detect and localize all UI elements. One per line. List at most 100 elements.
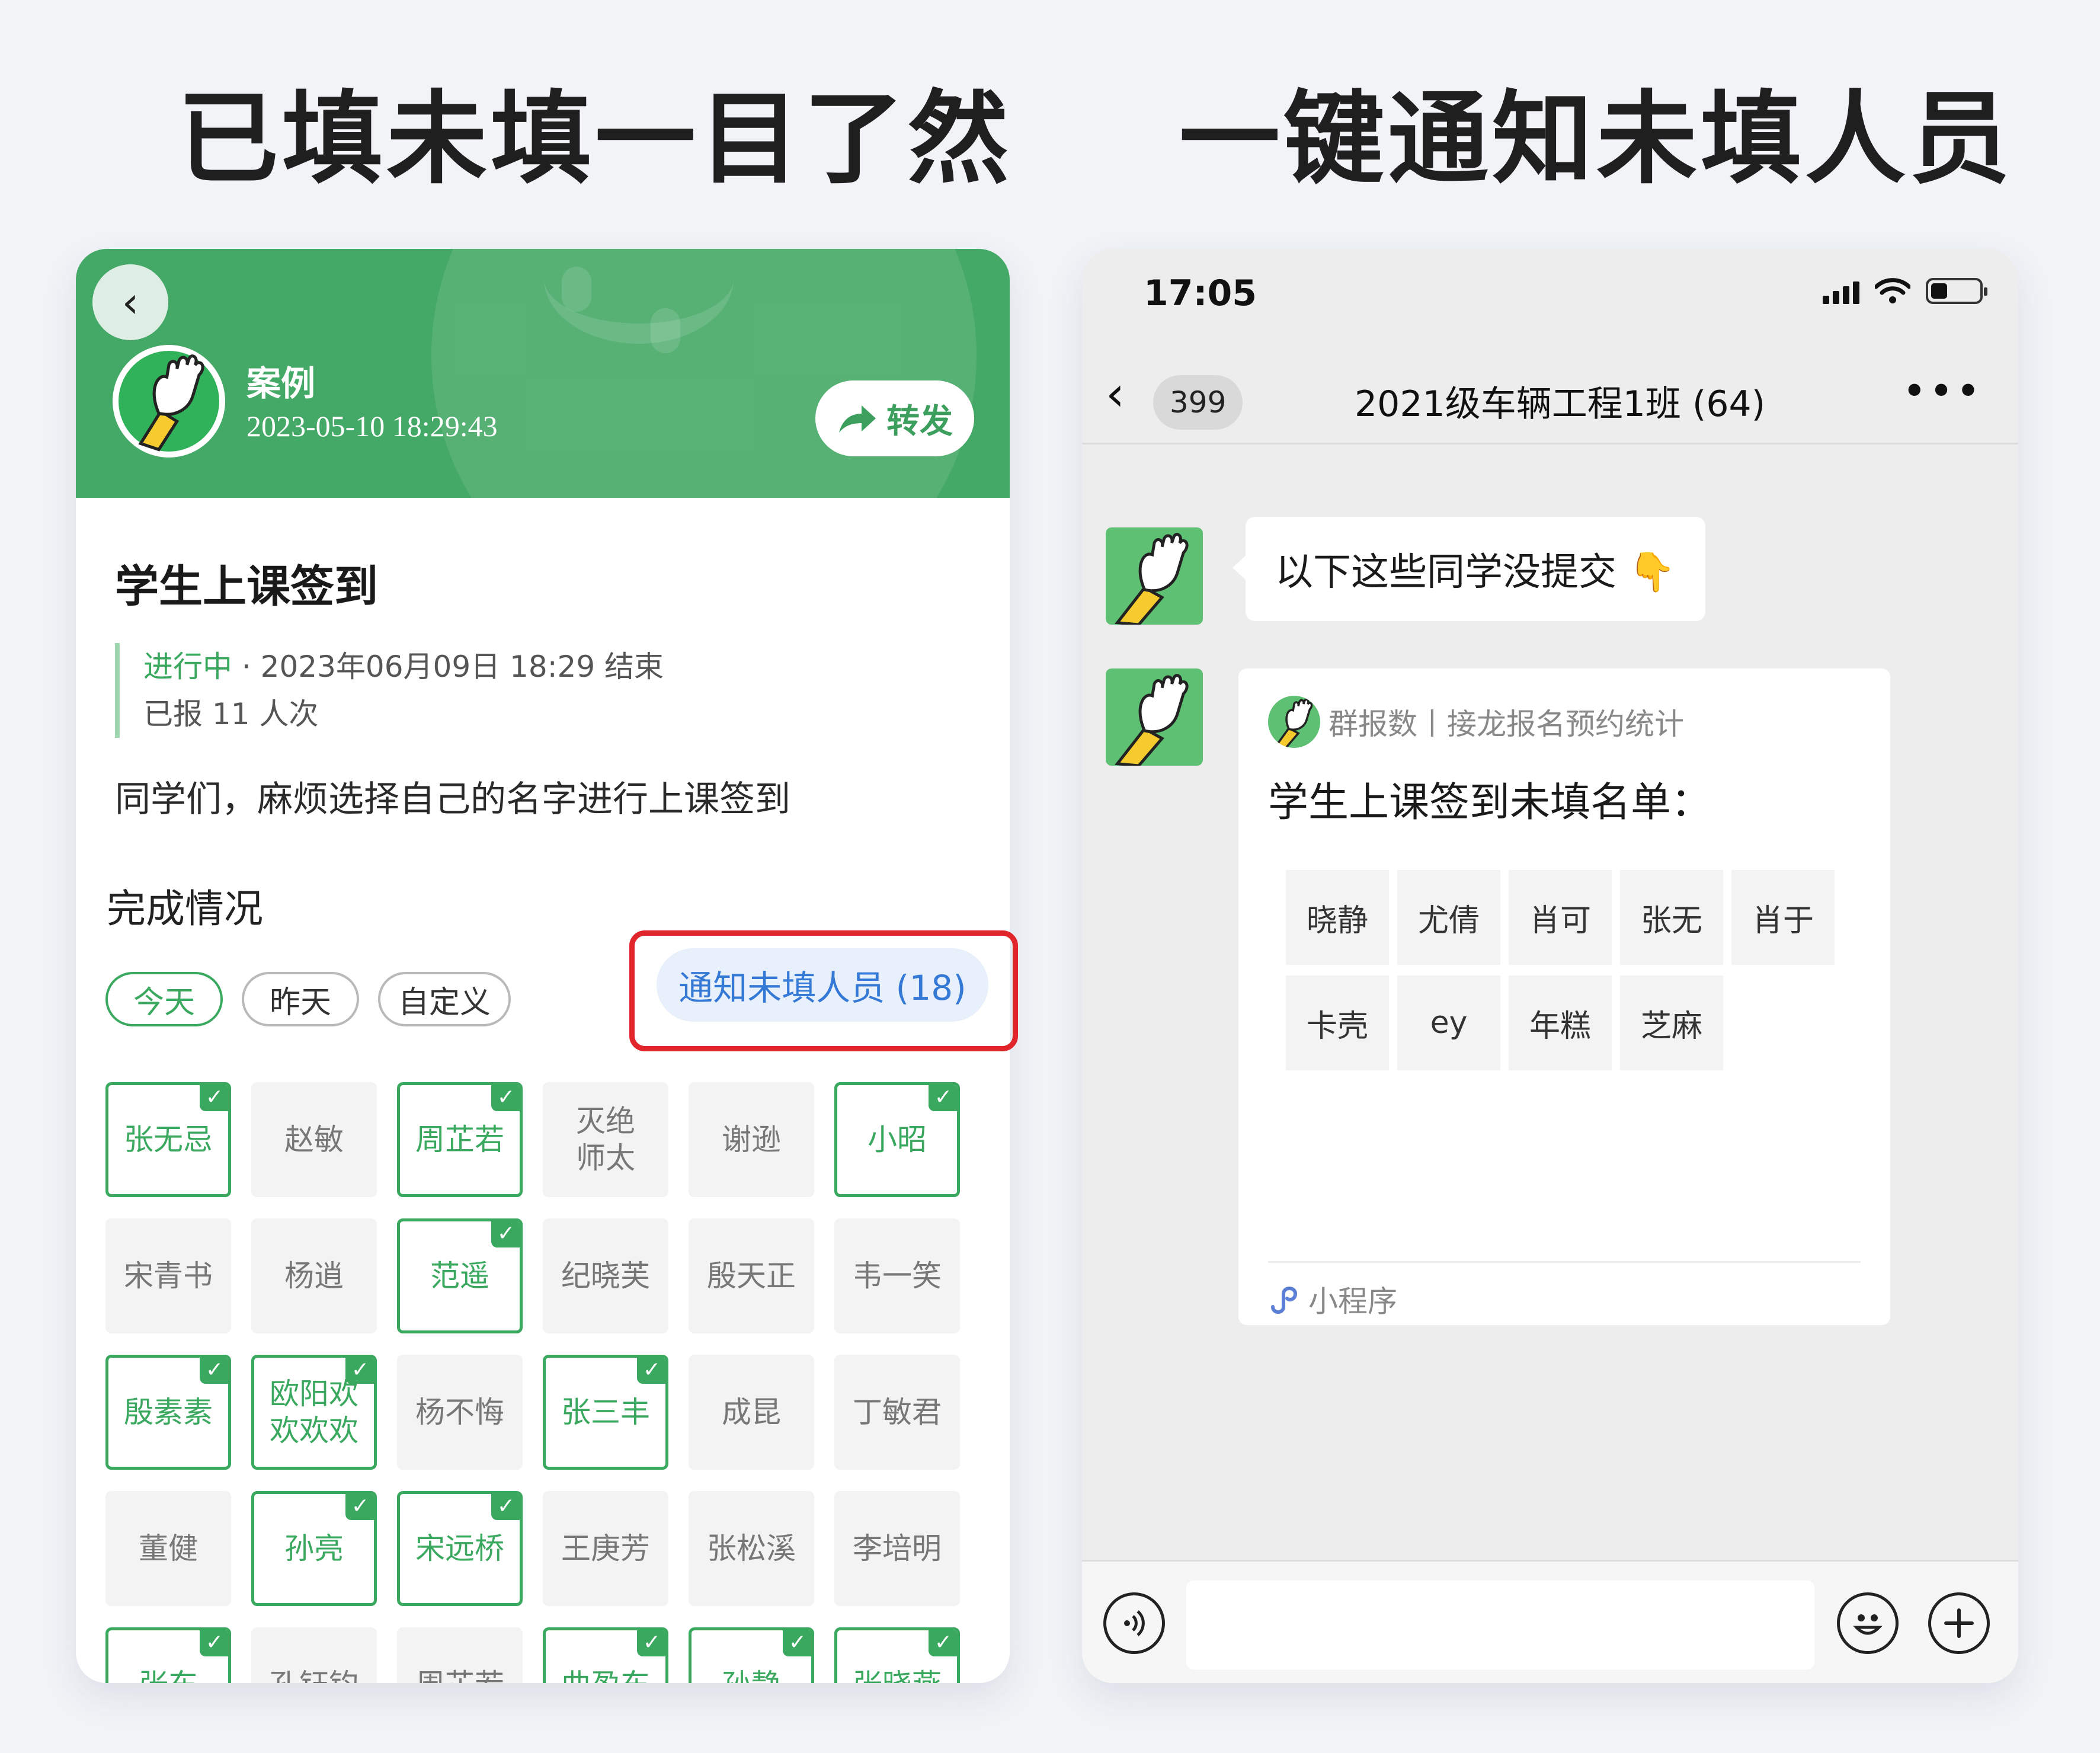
member-cell[interactable]: 殷天正	[689, 1218, 814, 1333]
unfilled-name-cell: 芝麻	[1620, 975, 1723, 1070]
member-cell[interactable]: 孙静✓	[689, 1627, 814, 1683]
forward-button[interactable]: 转发	[815, 380, 974, 456]
member-cell[interactable]: 李培明	[834, 1491, 960, 1606]
page-title: 学生上课签到	[115, 561, 378, 612]
member-name: 王庚芳	[561, 1531, 650, 1566]
member-cell[interactable]: 孙亮 ✓	[251, 1491, 377, 1606]
member-name: 赵敏	[284, 1122, 344, 1157]
waving-hand-icon	[1273, 698, 1313, 748]
notify-unfilled-button[interactable]: 通知未填人员 (18)	[657, 948, 988, 1022]
member-name: 周芷若	[415, 1122, 504, 1157]
member-cell[interactable]: 王庚芳	[543, 1491, 668, 1606]
unfilled-name-cell: 肖于	[1731, 870, 1835, 965]
check-icon: ✓	[637, 1358, 665, 1384]
member-cell[interactable]: 张松溪	[689, 1491, 814, 1606]
filter-custom[interactable]: 自定义	[378, 972, 511, 1026]
check-icon: ✓	[929, 1630, 957, 1656]
headline-right: 一键通知未填人员	[1179, 81, 2014, 198]
mini-program-icon	[1271, 1287, 1298, 1314]
waving-hand-icon	[119, 351, 219, 452]
check-icon: ✓	[200, 1085, 228, 1111]
member-name: 李培明	[853, 1531, 942, 1566]
member-cell[interactable]: 成昆	[689, 1355, 814, 1470]
section-title: 完成情况	[107, 886, 263, 932]
member-cell[interactable]: 谢逊	[689, 1082, 814, 1197]
member-name: 曲盈东	[561, 1666, 650, 1683]
member-cell[interactable]: 殷素素 ✓	[105, 1355, 231, 1470]
member-cell[interactable]: 张晓燕 ✓	[834, 1627, 960, 1683]
sender-avatar[interactable]	[1106, 668, 1203, 766]
emoji-icon[interactable]	[1837, 1592, 1899, 1654]
member-name: 丁敏君	[853, 1395, 942, 1429]
member-cell[interactable]: 张无忌 ✓	[105, 1082, 231, 1197]
footer-label: 小程序	[1308, 1284, 1397, 1319]
check-icon: ✓	[200, 1630, 228, 1656]
left-phone-screen: ‹ 案例 2023-05-10 18:29:43 转发 学生上课签到 进行中 ·…	[76, 249, 1010, 1683]
member-name: 纪晓芙	[561, 1259, 650, 1293]
unfilled-name-cell: 张无	[1620, 870, 1723, 965]
member-cell[interactable]: 丁敏君	[834, 1355, 960, 1470]
member-name: 杨逍	[284, 1259, 344, 1293]
task-description: 同学们，麻烦选择自己的名字进行上课签到	[115, 779, 790, 820]
message-bubble[interactable]: 以下这些同学没提交 👇	[1232, 517, 1706, 621]
report-count: 已报 11 人次	[143, 697, 319, 731]
member-cell[interactable]: 杨不悔	[397, 1355, 523, 1470]
chat-title: 2021级车辆工程1班 (64)	[1355, 383, 1766, 425]
member-cell[interactable]: 小昭 ✓	[834, 1082, 960, 1197]
unfilled-name-grid: 晓静 尤倩 肖可 张无 肖于 卡壳 ey 年糕 芝麻	[1286, 870, 1835, 1070]
member-cell[interactable]: 杨逍	[251, 1218, 377, 1333]
member-name: 欧阳欢 欢欢欢	[270, 1377, 358, 1448]
member-cell[interactable]: 周芷若	[397, 1627, 523, 1683]
headline-left: 已填未填一目了然	[178, 81, 1013, 198]
member-name: 小昭	[867, 1122, 927, 1157]
check-icon: ✓	[491, 1494, 520, 1520]
member-name: 孙亮	[284, 1531, 344, 1566]
member-cell[interactable]: 灭绝 师太	[543, 1082, 668, 1197]
signal-icon	[1823, 278, 1859, 304]
member-cell[interactable]: 张三丰 ✓	[543, 1355, 668, 1470]
message-input[interactable]	[1186, 1581, 1814, 1669]
member-name: 宋远桥	[415, 1531, 504, 1566]
member-cell[interactable]: 张东✓	[105, 1627, 231, 1683]
unfilled-name-cell: 晓静	[1286, 870, 1389, 965]
sender-avatar[interactable]	[1106, 527, 1203, 625]
waving-hand-icon	[1114, 533, 1189, 625]
source-avatar	[1268, 696, 1320, 748]
voice-icon[interactable]	[1103, 1592, 1165, 1654]
member-cell[interactable]: 韦一笑	[834, 1218, 960, 1333]
status-icons	[1823, 277, 1987, 305]
share-arrow-icon	[839, 405, 876, 433]
member-name: 殷素素	[124, 1395, 213, 1429]
check-icon: ✓	[491, 1221, 520, 1247]
member-name: 孔钰钧	[270, 1666, 358, 1683]
chat-nav-bar: ‹ 399 2021级车辆工程1班 (64) •••	[1082, 347, 2018, 444]
member-cell[interactable]: 范遥 ✓	[397, 1218, 523, 1333]
check-icon: ✓	[345, 1494, 374, 1520]
back-button[interactable]: ‹	[92, 264, 168, 340]
card-source-label: 群报数丨接龙报名预约统计	[1328, 707, 1684, 741]
unfilled-name-cell: 肖可	[1509, 870, 1612, 965]
chevron-left-icon[interactable]: ‹	[1106, 370, 1125, 418]
member-cell[interactable]: 纪晓芙	[543, 1218, 668, 1333]
member-cell[interactable]: 曲盈东 ✓	[543, 1627, 668, 1683]
card-title: 学生上课签到未填名单：	[1268, 779, 1712, 826]
member-name: 宋青书	[124, 1259, 213, 1293]
member-cell[interactable]: 周芷若 ✓	[397, 1082, 523, 1197]
member-cell[interactable]: 宋青书	[105, 1218, 231, 1333]
member-cell[interactable]: 董健	[105, 1491, 231, 1606]
check-icon: ✓	[200, 1358, 228, 1384]
check-icon: ✓	[491, 1085, 520, 1111]
check-icon: ✓	[345, 1358, 374, 1384]
avatar	[113, 345, 225, 458]
filter-yesterday[interactable]: 昨天	[242, 972, 359, 1026]
unfilled-name-cell: ey	[1397, 975, 1500, 1070]
mini-program-card[interactable]: 群报数丨接龙报名预约统计 学生上课签到未填名单： 晓静 尤倩 肖可 张无 肖于 卡壳 ey 年…	[1238, 668, 1890, 1325]
more-dots-icon[interactable]: •••	[1902, 367, 1983, 415]
member-cell[interactable]: 孔钰钧	[251, 1627, 377, 1683]
plus-icon[interactable]	[1928, 1592, 1990, 1654]
unread-badge[interactable]: 399	[1153, 375, 1243, 430]
member-cell[interactable]: 欧阳欢 欢欢欢 ✓	[251, 1355, 377, 1470]
member-cell[interactable]: 赵敏	[251, 1082, 377, 1197]
member-cell[interactable]: 宋远桥 ✓	[397, 1491, 523, 1606]
filter-today[interactable]: 今天	[105, 972, 223, 1026]
